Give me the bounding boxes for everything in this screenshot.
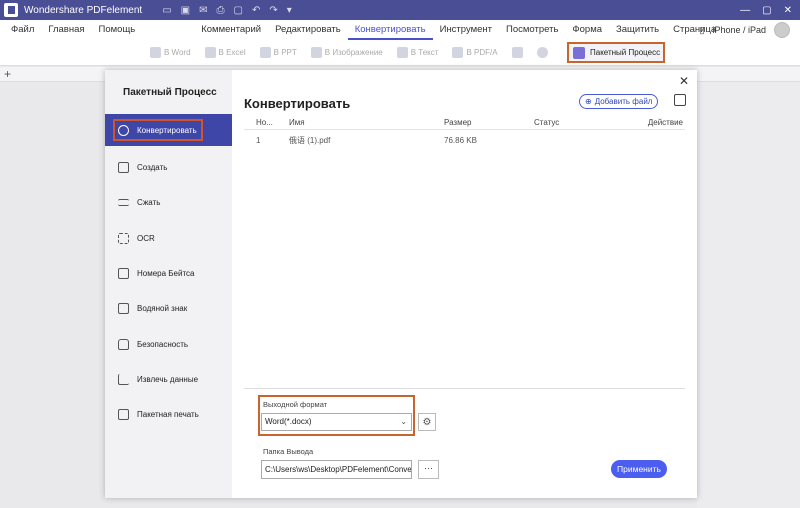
divider xyxy=(244,388,685,389)
to-ppt-button[interactable]: В PPT xyxy=(259,47,297,58)
excel-icon xyxy=(204,47,216,58)
minimize-icon[interactable]: — xyxy=(740,5,750,16)
gear-icon: ⚙ xyxy=(422,416,432,428)
apply-button[interactable]: Применить xyxy=(611,460,667,478)
title-bar: Wondershare PDFelement ▭ ▣ ✉ ⎙ ▢ ↶ ↷ ▾ —… xyxy=(0,0,800,20)
settings-icon xyxy=(536,47,548,58)
batch-process-dialog: Пакетный Процесс Конвертировать Создать … xyxy=(105,70,697,498)
save-icon[interactable]: ▣ xyxy=(181,5,190,16)
col-size[interactable]: Размер xyxy=(434,118,524,127)
workspace-background xyxy=(697,82,800,508)
file-table: Но... Имя Размер Статус Действие 1 俄语 (1… xyxy=(244,116,685,150)
page-icon[interactable]: ▢ xyxy=(234,5,243,16)
output-format-label: Выходной формат xyxy=(263,400,328,409)
word-icon xyxy=(150,47,161,58)
page-title: Конвертировать xyxy=(244,96,351,111)
close-window-icon[interactable]: ✕ xyxy=(784,5,792,16)
email-icon[interactable]: ✉ xyxy=(199,5,207,16)
pdfa-icon xyxy=(452,47,464,58)
browse-folder-button[interactable]: ··· xyxy=(418,460,439,479)
row-size: 76.86 KB xyxy=(444,135,477,145)
menu-comment[interactable]: Комментарий xyxy=(194,20,268,40)
dialog-sidebar: Пакетный Процесс Конвертировать Создать … xyxy=(105,70,232,498)
table-header: Но... Имя Размер Статус Действие xyxy=(244,116,685,130)
col-status[interactable]: Статус xyxy=(524,118,610,127)
to-word-button[interactable]: В Word xyxy=(150,47,191,58)
to-pdfa-button[interactable]: В PDF/A xyxy=(452,47,498,58)
plus-square-icon xyxy=(118,161,129,173)
format-settings-button[interactable]: ⚙ xyxy=(418,413,436,431)
close-icon[interactable]: ✕ xyxy=(679,74,689,88)
phone-icon: ▯ xyxy=(699,24,705,35)
avatar[interactable] xyxy=(774,22,790,38)
open-folder-icon[interactable]: ▭ xyxy=(162,5,171,16)
sidebar-item-print[interactable]: Пакетная печать xyxy=(105,398,232,430)
customize-dropdown-icon[interactable]: ▾ xyxy=(287,5,292,16)
menu-form[interactable]: Форма xyxy=(565,20,609,40)
convert-highlight-box xyxy=(113,119,203,141)
col-name[interactable]: Имя xyxy=(278,118,434,127)
more-formats-icon xyxy=(511,47,523,58)
print-icon xyxy=(118,408,129,420)
new-tab-icon[interactable]: + xyxy=(4,67,11,81)
menu-tool[interactable]: Инструмент xyxy=(433,20,499,40)
dialog-content: ✕ Конвертировать ⊕ Добавить файл Но... И… xyxy=(232,70,697,498)
batch-process-button[interactable]: Пакетный Процесс xyxy=(567,42,665,63)
app-logo-icon xyxy=(4,3,18,17)
maximize-icon[interactable]: ▢ xyxy=(762,5,771,16)
menu-file[interactable]: Файл xyxy=(4,20,41,40)
sidebar-item-extract[interactable]: Извлечь данные xyxy=(105,363,232,395)
print-icon[interactable]: ⎙ xyxy=(217,5,225,16)
menu-convert[interactable]: Конвертировать xyxy=(347,20,433,40)
col-number[interactable]: Но... xyxy=(244,118,278,127)
menu-edit[interactable]: Редактировать xyxy=(268,20,348,40)
chevron-down-icon: ⌄ xyxy=(400,417,407,426)
ocr-scan-icon xyxy=(118,232,129,244)
convert-toolbar: В Word В Excel В PPT В Изображение В Тек… xyxy=(0,40,800,66)
output-folder-field[interactable]: C:\Users\ws\Desktop\PDFelement\Convert xyxy=(261,460,412,479)
chart-bars-icon xyxy=(118,373,129,385)
col-action[interactable]: Действие xyxy=(610,118,685,127)
app-title: Wondershare PDFelement xyxy=(24,4,143,16)
redo-icon[interactable]: ↷ xyxy=(269,5,277,16)
text-icon xyxy=(396,47,408,58)
ppt-icon xyxy=(259,47,271,58)
to-image-button[interactable]: В Изображение xyxy=(310,47,383,58)
sidebar-item-watermark[interactable]: Водяной знак xyxy=(105,292,232,324)
clear-list-icon[interactable] xyxy=(674,94,686,106)
sidebar-item-create[interactable]: Создать xyxy=(105,151,232,183)
sidebar-item-bates[interactable]: Номера Бейтса xyxy=(105,257,232,289)
compress-icon xyxy=(118,198,129,206)
undo-icon[interactable]: ↶ xyxy=(252,5,260,16)
row-number: 1 xyxy=(256,135,261,145)
menu-help[interactable]: Помощь xyxy=(92,20,143,40)
quick-access-toolbar: ▭ ▣ ✉ ⎙ ▢ ↶ ↷ ▾ xyxy=(162,5,292,16)
table-row[interactable]: 1 俄语 (1).pdf 76.86 KB xyxy=(244,130,685,150)
plus-circle-icon: ⊕ xyxy=(585,97,592,106)
menu-right: ▯ iPhone / iPad xyxy=(699,20,790,40)
bates-number-icon xyxy=(118,267,129,279)
image-icon xyxy=(310,47,322,58)
settings-button[interactable] xyxy=(536,47,548,58)
output-format-select[interactable]: Word(*.docx) ⌄ xyxy=(261,413,412,431)
menu-view[interactable]: Посмотреть xyxy=(499,20,565,40)
add-file-button[interactable]: ⊕ Добавить файл xyxy=(579,94,659,109)
menu-home[interactable]: Главная xyxy=(41,20,91,40)
batch-icon xyxy=(573,46,585,59)
menu-protect[interactable]: Защитить xyxy=(609,20,666,40)
device-link[interactable]: iPhone / iPad xyxy=(712,25,766,35)
sidebar-item-security[interactable]: Безопасность xyxy=(105,328,232,360)
watermark-icon xyxy=(118,302,129,314)
sidebar-title: Пакетный Процесс xyxy=(123,87,217,98)
output-folder-label: Папка Вывода xyxy=(263,447,314,456)
lock-icon xyxy=(118,338,129,350)
to-excel-button[interactable]: В Excel xyxy=(204,47,246,58)
more-formats-button[interactable] xyxy=(511,47,523,58)
window-controls: — ▢ ✕ xyxy=(740,5,792,16)
row-filename: 俄语 (1).pdf xyxy=(289,135,331,145)
sidebar-item-compress[interactable]: Сжать xyxy=(105,186,232,218)
sidebar-item-ocr[interactable]: OCR xyxy=(105,222,232,254)
to-text-button[interactable]: В Текст xyxy=(396,47,438,58)
menu-bar: Файл Главная Помощь Комментарий Редактир… xyxy=(0,20,800,40)
